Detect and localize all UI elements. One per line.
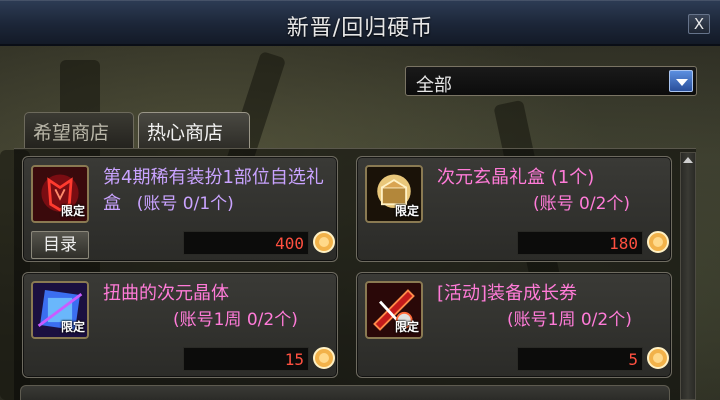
shop-item-card[interactable]: 限定 扭曲的次元晶体 (账号1周 0/2个) 15 <box>22 272 338 378</box>
chevron-down-icon[interactable] <box>669 70 693 92</box>
coin-icon <box>647 347 669 369</box>
price-box: 400 <box>183 231 309 255</box>
limited-tag: 限定 <box>394 320 419 334</box>
equipment-ticket-icon: 限定 <box>365 281 423 339</box>
price-box: 180 <box>517 231 643 255</box>
item-purchase-limit: (账号1周 0/2个) <box>173 310 298 330</box>
window-title: 新晋/回归硬币 <box>286 16 434 41</box>
catalog-button[interactable]: 目录 <box>31 231 89 259</box>
coin-icon <box>647 231 669 253</box>
coin-icon <box>313 231 335 253</box>
item-purchase-limit: (账号 0/2个) <box>533 194 631 214</box>
item-price: 400 <box>275 234 304 253</box>
shop-item-card[interactable]: 限定 [活动]装备成长券 (账号1周 0/2个) 5 <box>356 272 672 378</box>
limited-tag: 限定 <box>60 204 85 218</box>
shop-item-card-partial <box>20 385 670 400</box>
shop-item-card[interactable]: 限定 次元玄晶礼盒 (1个) (账号 0/2个) 180 <box>356 156 672 262</box>
limited-tag: 限定 <box>60 320 85 334</box>
dropdown-selected-value: 全部 <box>416 75 452 96</box>
tab-warm-heart-shop[interactable]: 热心商店 <box>138 112 250 148</box>
red-armor-icon: 限定 <box>31 165 89 223</box>
window-title-bar: 新晋/回归硬币 X <box>0 0 720 46</box>
item-name: [活动]装备成长券 (账号1周 0/2个) <box>437 281 665 333</box>
item-purchase-limit: (账号 0/1个) <box>136 194 234 214</box>
item-name-text: 扭曲的次元晶体 <box>103 283 229 304</box>
coin-icon <box>313 347 335 369</box>
price-box: 5 <box>517 347 643 371</box>
blue-crystal-icon: 限定 <box>31 281 89 339</box>
scrollbar[interactable] <box>680 152 696 400</box>
close-button[interactable]: X <box>688 14 710 34</box>
item-purchase-limit: (账号1周 0/2个) <box>507 310 632 330</box>
item-price: 5 <box>628 350 638 369</box>
golden-box-icon: 限定 <box>365 165 423 223</box>
item-name: 第4期稀有装扮1部位自选礼盒 (账号 0/1个) <box>103 165 331 217</box>
price-box: 15 <box>183 347 309 371</box>
tab-hope-shop[interactable]: 希望商店 <box>24 112 134 148</box>
item-price: 15 <box>284 350 304 369</box>
item-name: 次元玄晶礼盒 (1个) (账号 0/2个) <box>437 165 665 217</box>
shop-item-card[interactable]: 限定 第4期稀有装扮1部位自选礼盒 (账号 0/1个) 目录 400 <box>22 156 338 262</box>
scroll-up-icon[interactable] <box>682 154 694 166</box>
item-name: 扭曲的次元晶体 (账号1周 0/2个) <box>103 281 331 333</box>
item-name-text: 次元玄晶礼盒 (1个) <box>437 167 595 188</box>
item-price: 180 <box>609 234 638 253</box>
category-dropdown[interactable]: 全部 <box>405 66 697 96</box>
item-name-text: [活动]装备成长券 <box>437 283 578 304</box>
limited-tag: 限定 <box>394 204 419 218</box>
